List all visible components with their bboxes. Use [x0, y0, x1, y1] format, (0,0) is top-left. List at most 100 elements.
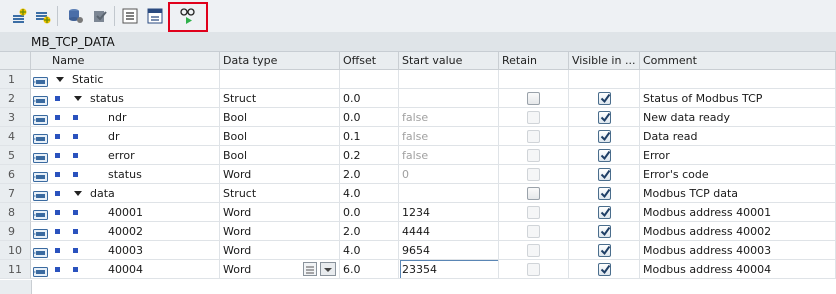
data-type-cell[interactable]: Word: [220, 165, 340, 184]
data-type-cell[interactable]: Bool: [220, 127, 340, 146]
data-type-cell[interactable]: Bool: [220, 108, 340, 127]
visible-cell[interactable]: [569, 127, 640, 146]
comment-cell[interactable]: [640, 70, 836, 89]
table-row[interactable]: 10 40003 Word 4.0 9654 Modbus address 40003: [0, 241, 836, 260]
data-type-cell[interactable]: Word: [220, 222, 340, 241]
table-row[interactable]: 7 data Struct 4.0 Modbus TCP data: [0, 184, 836, 203]
comment-cell[interactable]: Modbus address 40001: [640, 203, 836, 222]
table-row[interactable]: 1 Static: [0, 70, 836, 89]
visible-cell[interactable]: [569, 241, 640, 260]
retain-cell[interactable]: [499, 89, 569, 108]
row-number[interactable]: 5: [0, 146, 31, 165]
table-row[interactable]: 9 40002 Word 2.0 4444 Modbus address 40002: [0, 222, 836, 241]
name-cell[interactable]: 40004: [31, 260, 220, 279]
data-type-cell[interactable]: Struct: [220, 89, 340, 108]
comment-cell[interactable]: New data ready: [640, 108, 836, 127]
start-value-cell[interactable]: [399, 184, 499, 203]
start-value-cell[interactable]: 4444: [399, 222, 499, 241]
comment-cell[interactable]: Status of Modbus TCP: [640, 89, 836, 108]
data-type-cell[interactable]: Word: [220, 203, 340, 222]
header-retain[interactable]: Retain: [499, 52, 569, 70]
visible-checkbox[interactable]: [598, 187, 611, 200]
row-number[interactable]: 7: [0, 184, 31, 203]
start-value-cell[interactable]: 23354: [399, 260, 499, 279]
visible-checkbox[interactable]: [598, 149, 611, 162]
start-value-cell[interactable]: false: [399, 146, 499, 165]
list-picker-icon[interactable]: [303, 262, 317, 276]
row-number[interactable]: 6: [0, 165, 31, 184]
data-type-cell[interactable]: Word: [220, 241, 340, 260]
comment-cell[interactable]: Modbus TCP data: [640, 184, 836, 203]
retain-cell[interactable]: [499, 260, 569, 279]
table-row[interactable]: 4 dr Bool 0.1 false Data read: [0, 127, 836, 146]
data-type-cell[interactable]: Word: [220, 260, 340, 279]
name-cell[interactable]: dr: [31, 127, 220, 146]
start-value-cell[interactable]: false: [399, 127, 499, 146]
comment-cell[interactable]: Modbus address 40002: [640, 222, 836, 241]
start-value-cell[interactable]: 1234: [399, 203, 499, 222]
collapse-icon[interactable]: [145, 6, 165, 26]
name-cell[interactable]: 40001: [31, 203, 220, 222]
visible-cell[interactable]: [569, 146, 640, 165]
row-number[interactable]: 2: [0, 89, 31, 108]
insert-row-icon[interactable]: [10, 6, 30, 26]
retain-checkbox[interactable]: [527, 92, 540, 105]
table-row[interactable]: 5 error Bool 0.2 false Error: [0, 146, 836, 165]
expand-all-icon[interactable]: [120, 6, 140, 26]
row-number[interactable]: 8: [0, 203, 31, 222]
header-comment[interactable]: Comment: [640, 52, 836, 70]
visible-checkbox[interactable]: [598, 206, 611, 219]
row-number[interactable]: 3: [0, 108, 31, 127]
add-row-icon[interactable]: [33, 6, 53, 26]
retain-cell[interactable]: [499, 203, 569, 222]
comment-cell[interactable]: Data read: [640, 127, 836, 146]
visible-cell[interactable]: [569, 89, 640, 108]
row-number[interactable]: 4: [0, 127, 31, 146]
table-row[interactable]: 2 status Struct 0.0 Status of Modbus TCP: [0, 89, 836, 108]
name-cell[interactable]: error: [31, 146, 220, 165]
data-type-cell[interactable]: Struct: [220, 184, 340, 203]
name-cell[interactable]: data: [31, 184, 220, 203]
retain-cell[interactable]: [499, 127, 569, 146]
table-row[interactable]: 3 ndr Bool 0.0 false New data ready: [0, 108, 836, 127]
visible-cell[interactable]: [569, 184, 640, 203]
header-offset[interactable]: Offset: [340, 52, 399, 70]
visible-checkbox[interactable]: [598, 111, 611, 124]
visible-cell[interactable]: [569, 222, 640, 241]
comment-cell[interactable]: Error: [640, 146, 836, 165]
comment-cell[interactable]: Modbus address 40004: [640, 260, 836, 279]
retain-cell[interactable]: [499, 108, 569, 127]
data-type-cell[interactable]: Bool: [220, 146, 340, 165]
visible-checkbox[interactable]: [598, 225, 611, 238]
retain-cell[interactable]: [499, 165, 569, 184]
header-name[interactable]: Name: [31, 52, 220, 70]
visible-cell[interactable]: [569, 165, 640, 184]
start-value-cell[interactable]: 0: [399, 165, 499, 184]
visible-checkbox[interactable]: [598, 244, 611, 257]
copy-snapshot-icon[interactable]: [90, 6, 110, 26]
retain-cell[interactable]: [499, 146, 569, 165]
start-value-cell[interactable]: false: [399, 108, 499, 127]
retain-cell[interactable]: [499, 222, 569, 241]
data-type-cell[interactable]: [220, 70, 340, 89]
row-number[interactable]: 10: [0, 241, 31, 260]
name-cell[interactable]: Static: [31, 70, 220, 89]
name-cell[interactable]: ndr: [31, 108, 220, 127]
collapse-toggle-icon[interactable]: [56, 77, 64, 82]
header-start-value[interactable]: Start value: [399, 52, 499, 70]
retain-cell[interactable]: [499, 184, 569, 203]
collapse-toggle-icon[interactable]: [74, 191, 82, 196]
comment-cell[interactable]: Error's code: [640, 165, 836, 184]
header-data-type[interactable]: Data type: [220, 52, 340, 70]
table-row[interactable]: 6 status Word 2.0 0 Error's code: [0, 165, 836, 184]
row-number[interactable]: 11: [0, 260, 31, 279]
visible-cell[interactable]: [569, 70, 640, 89]
start-value-cell[interactable]: [399, 89, 499, 108]
table-row[interactable]: 8 40001 Word 0.0 1234 Modbus address 40001: [0, 203, 836, 222]
snapshot-icon[interactable]: [66, 6, 86, 26]
visible-cell[interactable]: [569, 203, 640, 222]
table-row[interactable]: 11 40004 Word 6.0 23354 Modbus address 40004: [0, 260, 836, 279]
visible-checkbox[interactable]: [598, 168, 611, 181]
visible-cell[interactable]: [569, 260, 640, 279]
retain-checkbox[interactable]: [527, 187, 540, 200]
